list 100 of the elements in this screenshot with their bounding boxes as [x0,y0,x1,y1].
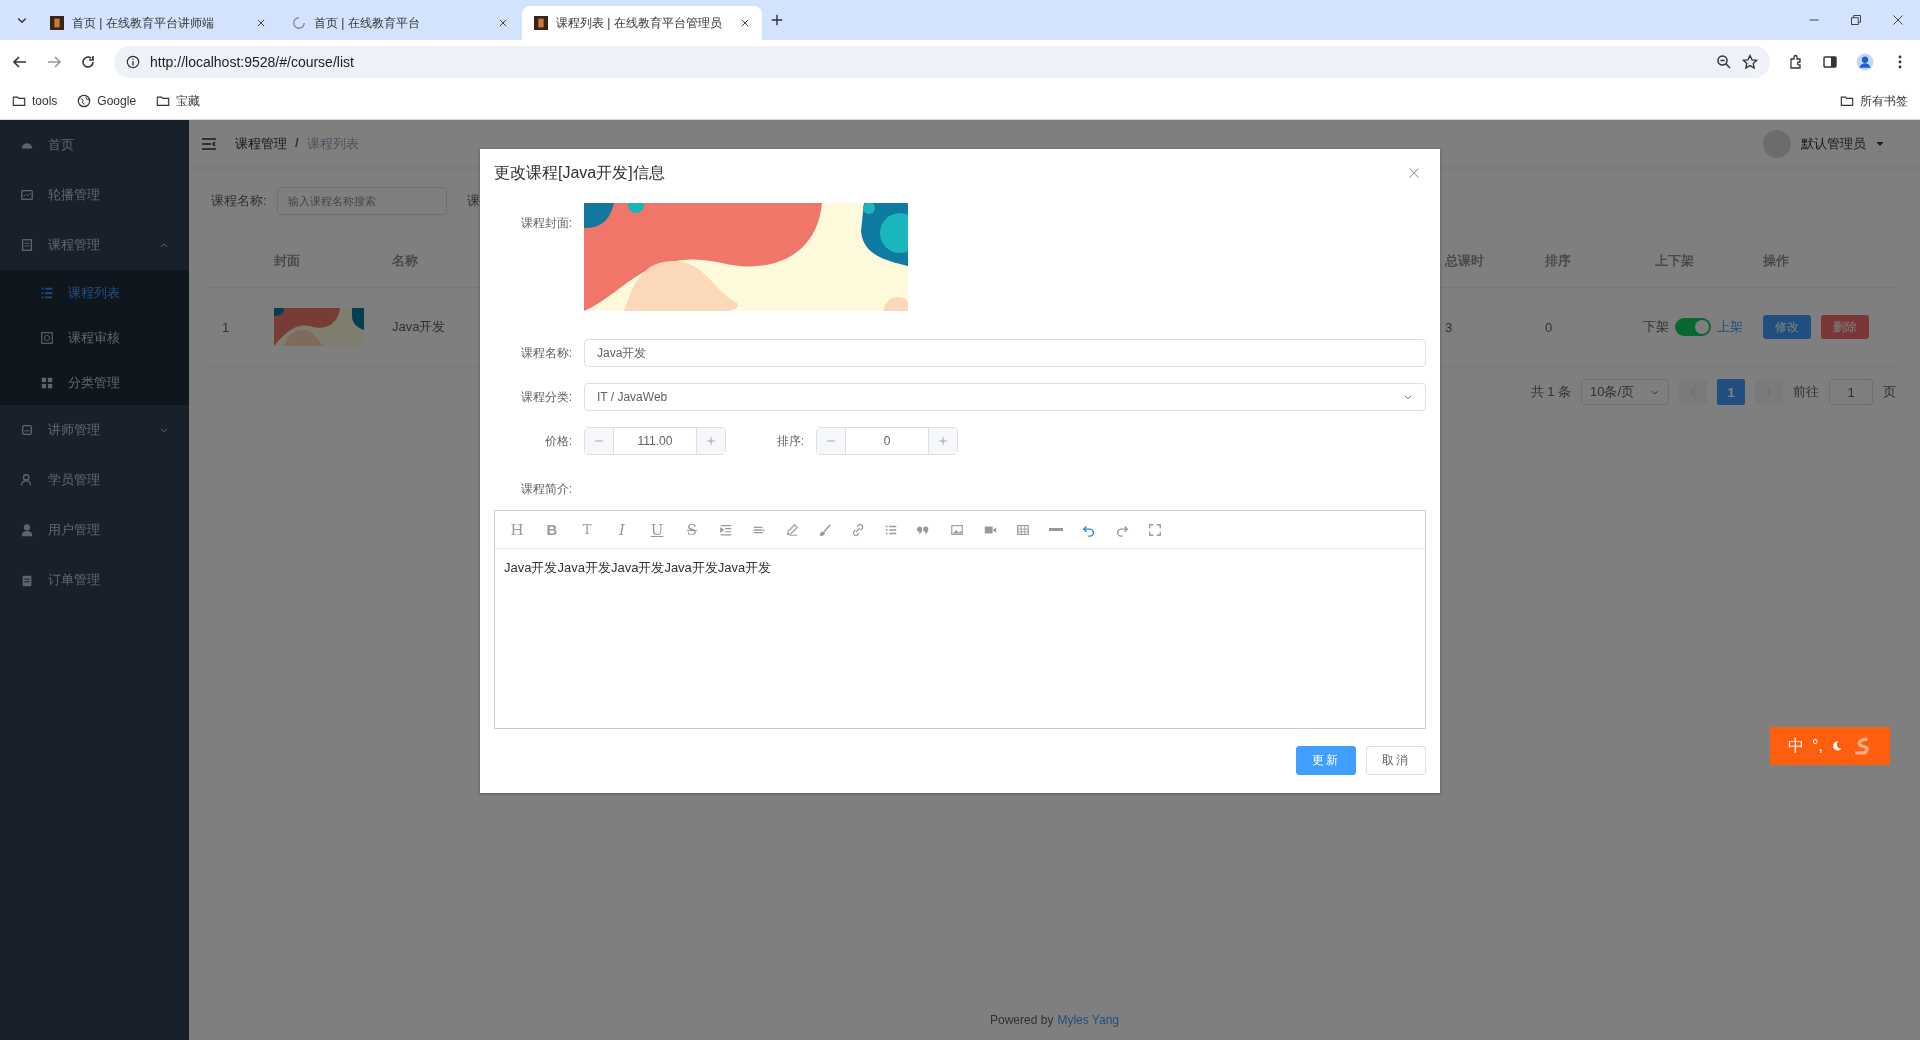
toolbar-button[interactable]: S [684,520,700,539]
dialog-title: 更改课程[Java开发]信息 [494,162,665,183]
sidebar-item[interactable]: 用户管理 [48,521,100,539]
field-label: 课程封面: [519,215,573,232]
sidebar-item[interactable]: 课程审核 [68,328,120,347]
page-size-select[interactable]: 10条/页 [1581,379,1669,405]
goto-suffix: 页 [1883,383,1896,401]
browser-tab[interactable]: 首页 | 在线教育平台讲师端 [38,6,278,40]
close-icon [498,18,508,28]
info-icon [126,54,140,69]
folder-icon [1840,94,1854,108]
table-icon [1016,522,1030,537]
badge-icon [20,423,34,437]
folder-icon [12,94,26,108]
toolbar-button[interactable]: U [649,520,665,539]
globe-icon [77,94,92,108]
toggle-switch[interactable] [1675,318,1711,336]
field-label: 价格: [543,432,573,450]
switch-label: 上架 [1717,318,1743,336]
update-button[interactable]: 更新 [1296,746,1356,775]
toolbar-button[interactable]: H [509,520,525,539]
page-input[interactable]: 1 [1829,379,1873,405]
loading-icon [292,16,306,30]
table-cell-text: 1 [221,319,231,335]
close-icon [1892,14,1904,26]
folder-icon [156,94,171,108]
side-panel-icon [1822,53,1838,70]
user-name[interactable]: 默认管理员 [1801,134,1866,153]
menu-icon [201,135,217,152]
person-icon [20,523,34,537]
forward-icon [46,53,62,70]
delete-button[interactable]: 删除 [1821,315,1869,339]
author-link[interactable]: Myles Yang [1057,1013,1119,1027]
ime-punctuation[interactable]: °, [1812,737,1823,755]
cancel-button[interactable]: 取消 [1366,746,1426,775]
close-icon [740,18,750,28]
favicon-icon [50,16,64,30]
breadcrumb-separator: / [295,134,299,152]
price-stepper[interactable]: 111.00 [584,427,726,455]
plus-icon [770,13,784,27]
name-field[interactable]: Java开发 [584,339,1426,367]
filter-label: 课 [466,192,480,210]
sort-stepper[interactable]: 0 [816,427,958,455]
page-number[interactable]: 1 [1717,379,1745,405]
table-cell-text: Java开发 [391,318,447,336]
bookmark[interactable]: Google [97,94,137,108]
chevron-icon [159,240,169,250]
field-label: 排序: [775,432,805,450]
toolbar-button[interactable]: T [579,522,595,537]
bookmark[interactable]: 宝藏 [176,92,201,110]
sidebar-item[interactable]: 首页 [48,136,74,154]
browser-tab[interactable]: 课程列表 | 在线教育平台管理员 [522,6,762,40]
chevron-down-icon [1403,392,1413,402]
ime-mode[interactable]: 中 [1788,735,1804,757]
grid-icon [40,375,54,390]
rich-text-editor[interactable]: H B T I U S Java开发Java开发Java开发Java开发Java开发 [494,510,1426,729]
field-label: 课程名称: [519,344,573,362]
sidebar-item[interactable]: 分类管理 [68,373,120,392]
ime-toolbar[interactable]: 中 °, [1770,727,1890,765]
list-icon [40,285,54,300]
picture-icon [20,188,34,202]
chevron-down-icon [1650,387,1660,397]
field-label: 课程简介: [519,481,573,498]
restore-icon [1850,14,1862,26]
bookmark[interactable]: 所有书签 [1860,92,1908,110]
reload-icon [80,53,96,70]
edit-button[interactable]: 修改 [1763,315,1811,339]
sidebar-item[interactable]: 课程列表 [68,283,120,302]
chevron-icon [159,425,169,435]
person-outline-icon [20,473,34,487]
bookmark[interactable]: tools [32,94,58,108]
zoom-icon [1716,53,1732,70]
favicon-icon [534,16,548,30]
filter-label: 课程名称: [211,192,267,210]
caret-icon [1876,139,1884,148]
category-select[interactable]: IT / JavaWeb [584,383,1426,411]
table-cell-text: 0 [1544,319,1554,335]
goto-label: 前往 [1793,383,1819,401]
editor-content[interactable]: Java开发Java开发Java开发Java开发Java开发 [495,549,1425,587]
sidebar-item[interactable]: 讲师管理 [48,421,100,439]
image-icon [950,522,964,537]
close-icon [256,18,266,28]
clipboard-icon [20,573,34,587]
toolbar-button[interactable]: I [614,520,630,539]
breadcrumb-item[interactable]: 课程管理 [235,134,287,153]
sidebar-item[interactable]: 课程管理 [48,236,100,254]
prev-page-button[interactable] [1679,379,1707,405]
link-icon [851,522,865,537]
sidebar-item[interactable]: 学员管理 [48,471,100,489]
toolbar-button[interactable]: B [544,521,560,538]
back-icon [12,53,28,70]
sidebar-item[interactable]: 订单管理 [48,571,100,589]
plus-icon [938,436,948,446]
puzzle-icon [1788,53,1804,70]
next-page-button[interactable] [1755,379,1783,405]
address-bar[interactable]: http://localhost:9528/#/course/list [114,45,1770,78]
browser-tab[interactable]: 首页 | 在线教育平台 [280,6,520,40]
sidebar-item[interactable]: 轮播管理 [48,186,100,204]
fullscreen-icon [1148,522,1162,537]
pencil-icon [785,522,799,537]
